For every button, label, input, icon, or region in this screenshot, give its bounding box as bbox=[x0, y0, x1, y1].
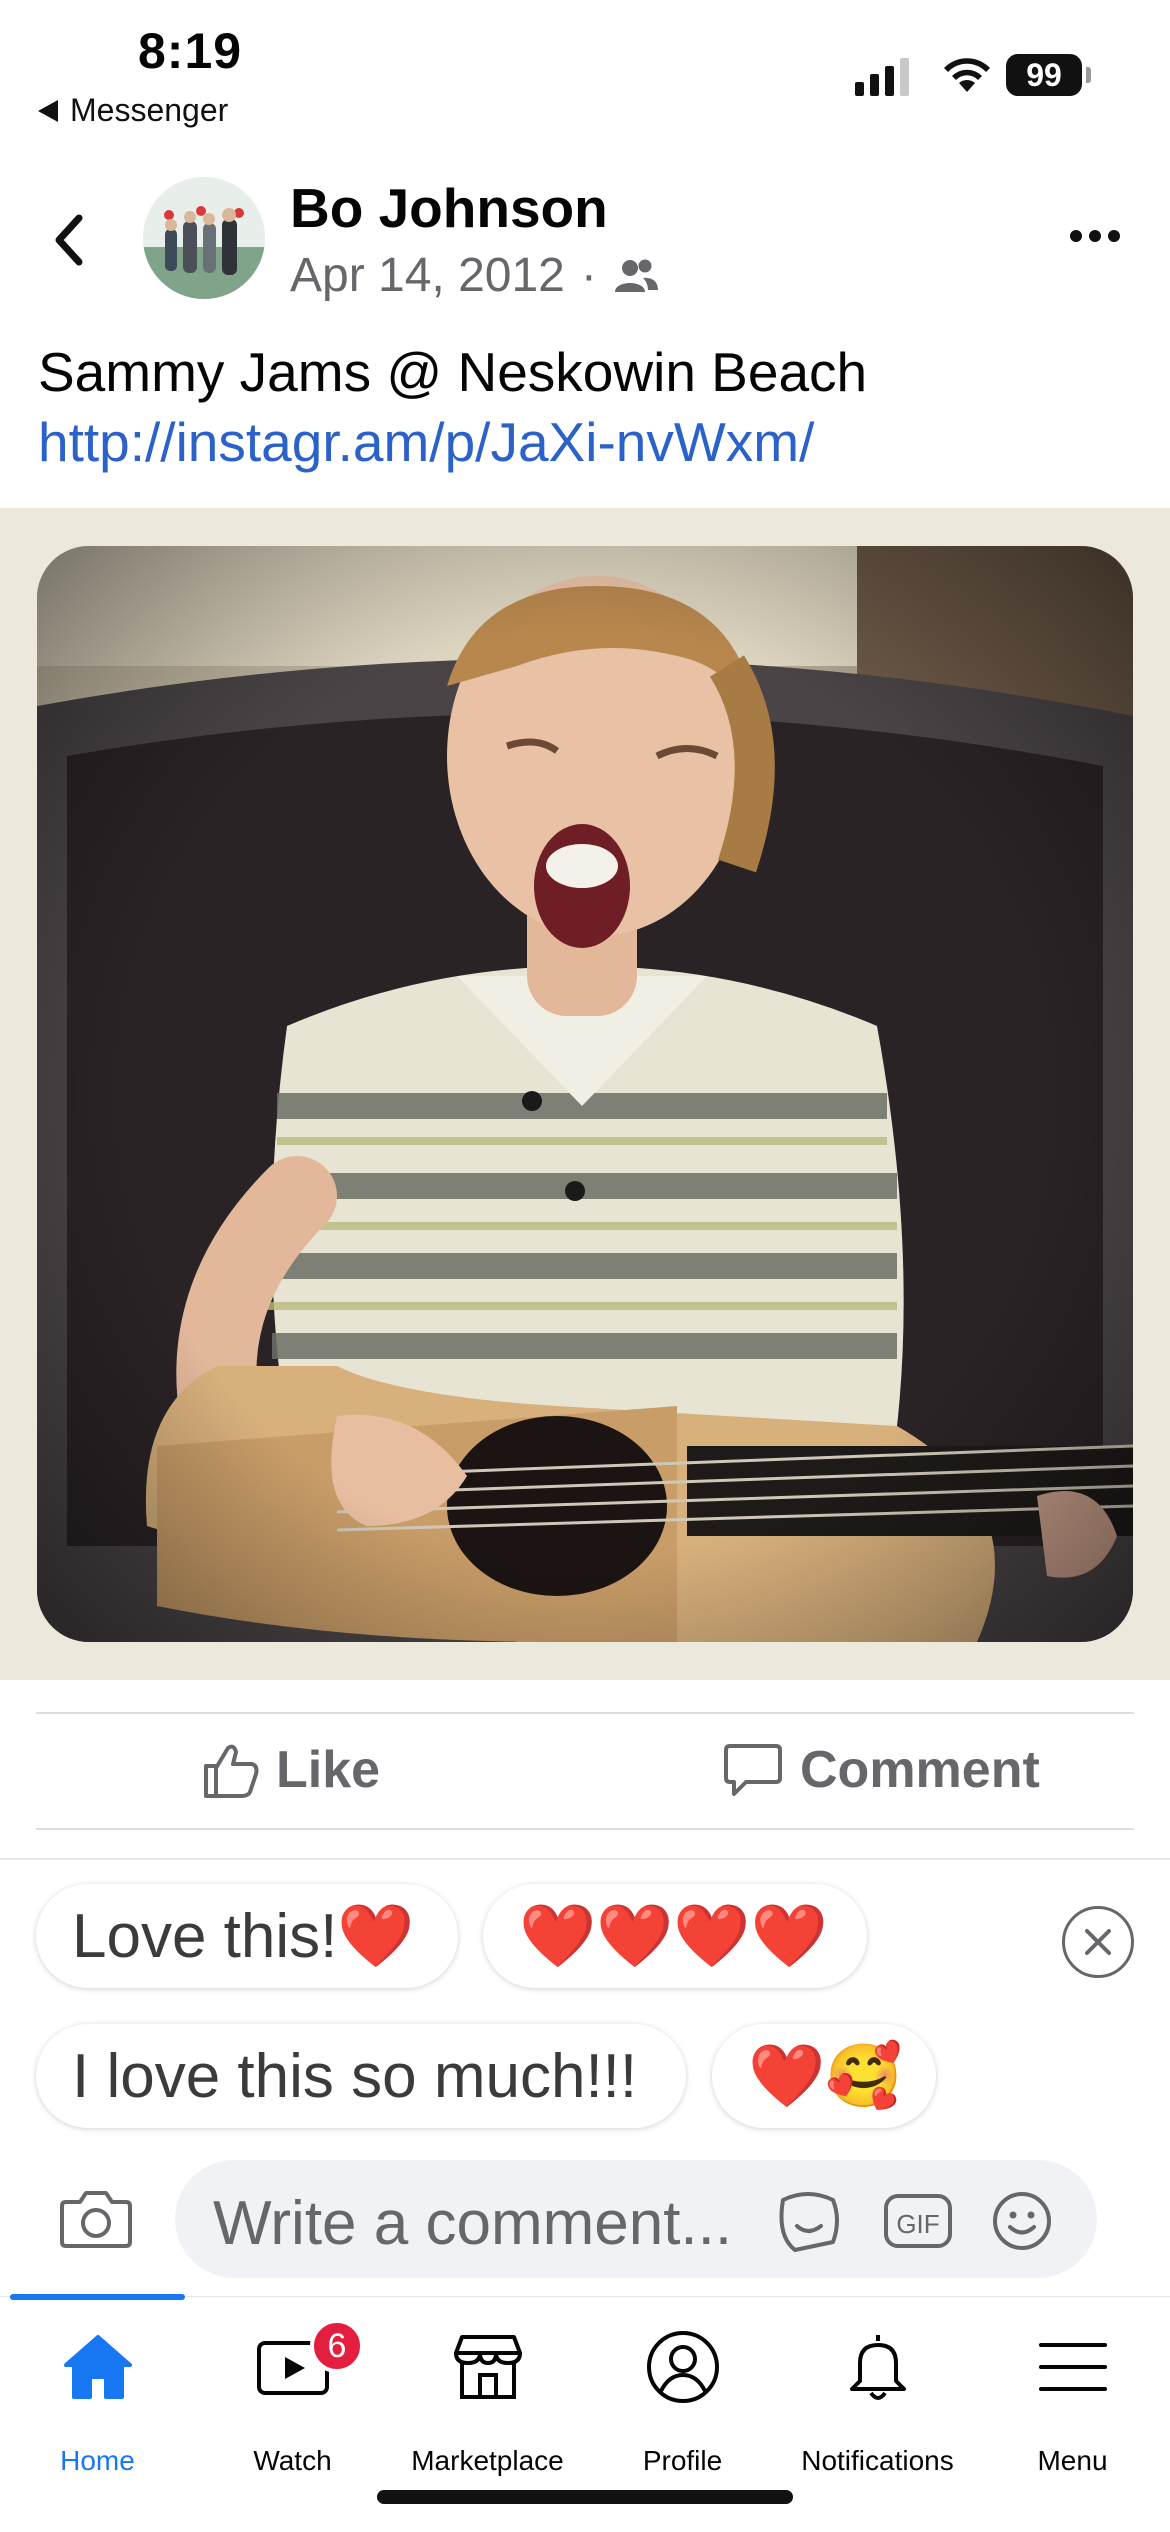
suggested-reply[interactable]: I love this so much!!! bbox=[36, 2024, 686, 2128]
friends-icon bbox=[614, 259, 658, 292]
gif-icon[interactable]: GIF bbox=[883, 2190, 953, 2252]
close-suggestions-button[interactable] bbox=[1062, 1906, 1134, 1978]
back-chevron-icon[interactable] bbox=[45, 210, 95, 270]
meta-separator: · bbox=[580, 249, 597, 302]
profile-icon bbox=[646, 2331, 719, 2403]
actions-bottom-divider bbox=[36, 1828, 1134, 1830]
post-header: Bo Johnson Apr 14, 2012 · bbox=[0, 160, 1170, 310]
camera-icon[interactable] bbox=[58, 2188, 134, 2250]
gif-label: GIF bbox=[896, 2209, 939, 2239]
tab-notifications[interactable]: Notifications bbox=[780, 2327, 975, 2477]
back-triangle-icon bbox=[38, 99, 58, 122]
photo-illustration bbox=[37, 546, 1133, 1642]
tab-menu[interactable]: Menu bbox=[975, 2327, 1170, 2477]
caption-link[interactable]: http://instagr.am/p/JaXi-nvWxm/ bbox=[38, 411, 814, 473]
wifi-icon bbox=[944, 58, 990, 92]
avatar-photo bbox=[143, 177, 265, 299]
status-time: 8:19 bbox=[138, 23, 243, 79]
avatar-sticker-icon[interactable] bbox=[773, 2190, 843, 2252]
bell-icon bbox=[849, 2335, 906, 2400]
comment-input[interactable]: Write a comment... GIF bbox=[175, 2160, 1097, 2278]
watch-badge: 6 bbox=[310, 2319, 364, 2373]
marketplace-icon bbox=[453, 2335, 522, 2399]
emoji-icon[interactable] bbox=[987, 2190, 1057, 2252]
tab-watch-label: Watch bbox=[253, 2445, 332, 2476]
post-date[interactable]: Apr 14, 2012 bbox=[290, 248, 565, 303]
comment-bubble-icon bbox=[724, 1744, 782, 1796]
comment-button[interactable]: Comment bbox=[722, 1740, 1040, 1800]
author-name[interactable]: Bo Johnson bbox=[290, 176, 608, 240]
tab-watch[interactable]: 6 Watch bbox=[195, 2319, 390, 2477]
home-indicator bbox=[377, 2490, 793, 2504]
post-meta: Apr 14, 2012 · bbox=[290, 248, 659, 303]
section-separator bbox=[0, 1858, 1170, 1860]
tab-home[interactable]: Home bbox=[0, 2327, 195, 2477]
tab-profile[interactable]: Profile bbox=[585, 2327, 780, 2477]
post-photo-frame bbox=[0, 508, 1170, 1680]
back-app-label: Messenger bbox=[70, 92, 229, 128]
suggested-reply-text: Love this!❤️ bbox=[72, 1901, 415, 1971]
comment-placeholder: Write a comment... bbox=[213, 2189, 733, 2258]
cellular-signal-icon bbox=[855, 56, 909, 96]
author-avatar[interactable] bbox=[143, 177, 265, 299]
tab-marketplace[interactable]: Marketplace bbox=[390, 2327, 585, 2477]
like-label: Like bbox=[276, 1741, 381, 1799]
actions-top-divider bbox=[36, 1712, 1134, 1714]
like-thumb-icon bbox=[204, 1744, 259, 1798]
post-caption: Sammy Jams @ Neskowin Beach http://insta… bbox=[38, 337, 1138, 477]
tab-menu-label: Menu bbox=[1037, 2445, 1108, 2476]
tab-notifications-label: Notifications bbox=[801, 2445, 954, 2476]
tab-marketplace-label: Marketplace bbox=[411, 2445, 564, 2476]
battery-indicator: 99 bbox=[1006, 54, 1082, 96]
suggested-reply-text: ❤️🥰 bbox=[748, 2041, 903, 2111]
close-icon bbox=[1085, 1929, 1111, 1955]
tab-home-label: Home bbox=[60, 2445, 135, 2476]
status-bar: 8:19 Messenger 99 bbox=[0, 0, 1170, 140]
comment-label: Comment bbox=[800, 1741, 1040, 1799]
more-options-icon[interactable] bbox=[1070, 230, 1120, 242]
suggested-reply-text: I love this so much!!! bbox=[72, 2041, 638, 2111]
post-photo[interactable] bbox=[37, 546, 1133, 1642]
suggested-reply[interactable]: Love this!❤️ bbox=[36, 1884, 458, 1988]
back-to-messenger[interactable]: Messenger bbox=[38, 92, 228, 129]
suggested-reply[interactable]: ❤️🥰 bbox=[712, 2024, 936, 2128]
active-tab-indicator bbox=[10, 2294, 185, 2300]
tab-profile-label: Profile bbox=[642, 2445, 723, 2476]
menu-icon bbox=[1038, 2343, 1107, 2391]
caption-text: Sammy Jams @ Neskowin Beach bbox=[38, 341, 868, 403]
battery-cap bbox=[1086, 67, 1091, 83]
suggested-reply[interactable]: ❤️❤️❤️❤️ bbox=[483, 1884, 867, 1988]
like-button[interactable]: Like bbox=[200, 1740, 380, 1800]
suggested-reply-text: ❤️❤️❤️❤️ bbox=[519, 1901, 828, 1971]
home-icon bbox=[63, 2335, 132, 2399]
